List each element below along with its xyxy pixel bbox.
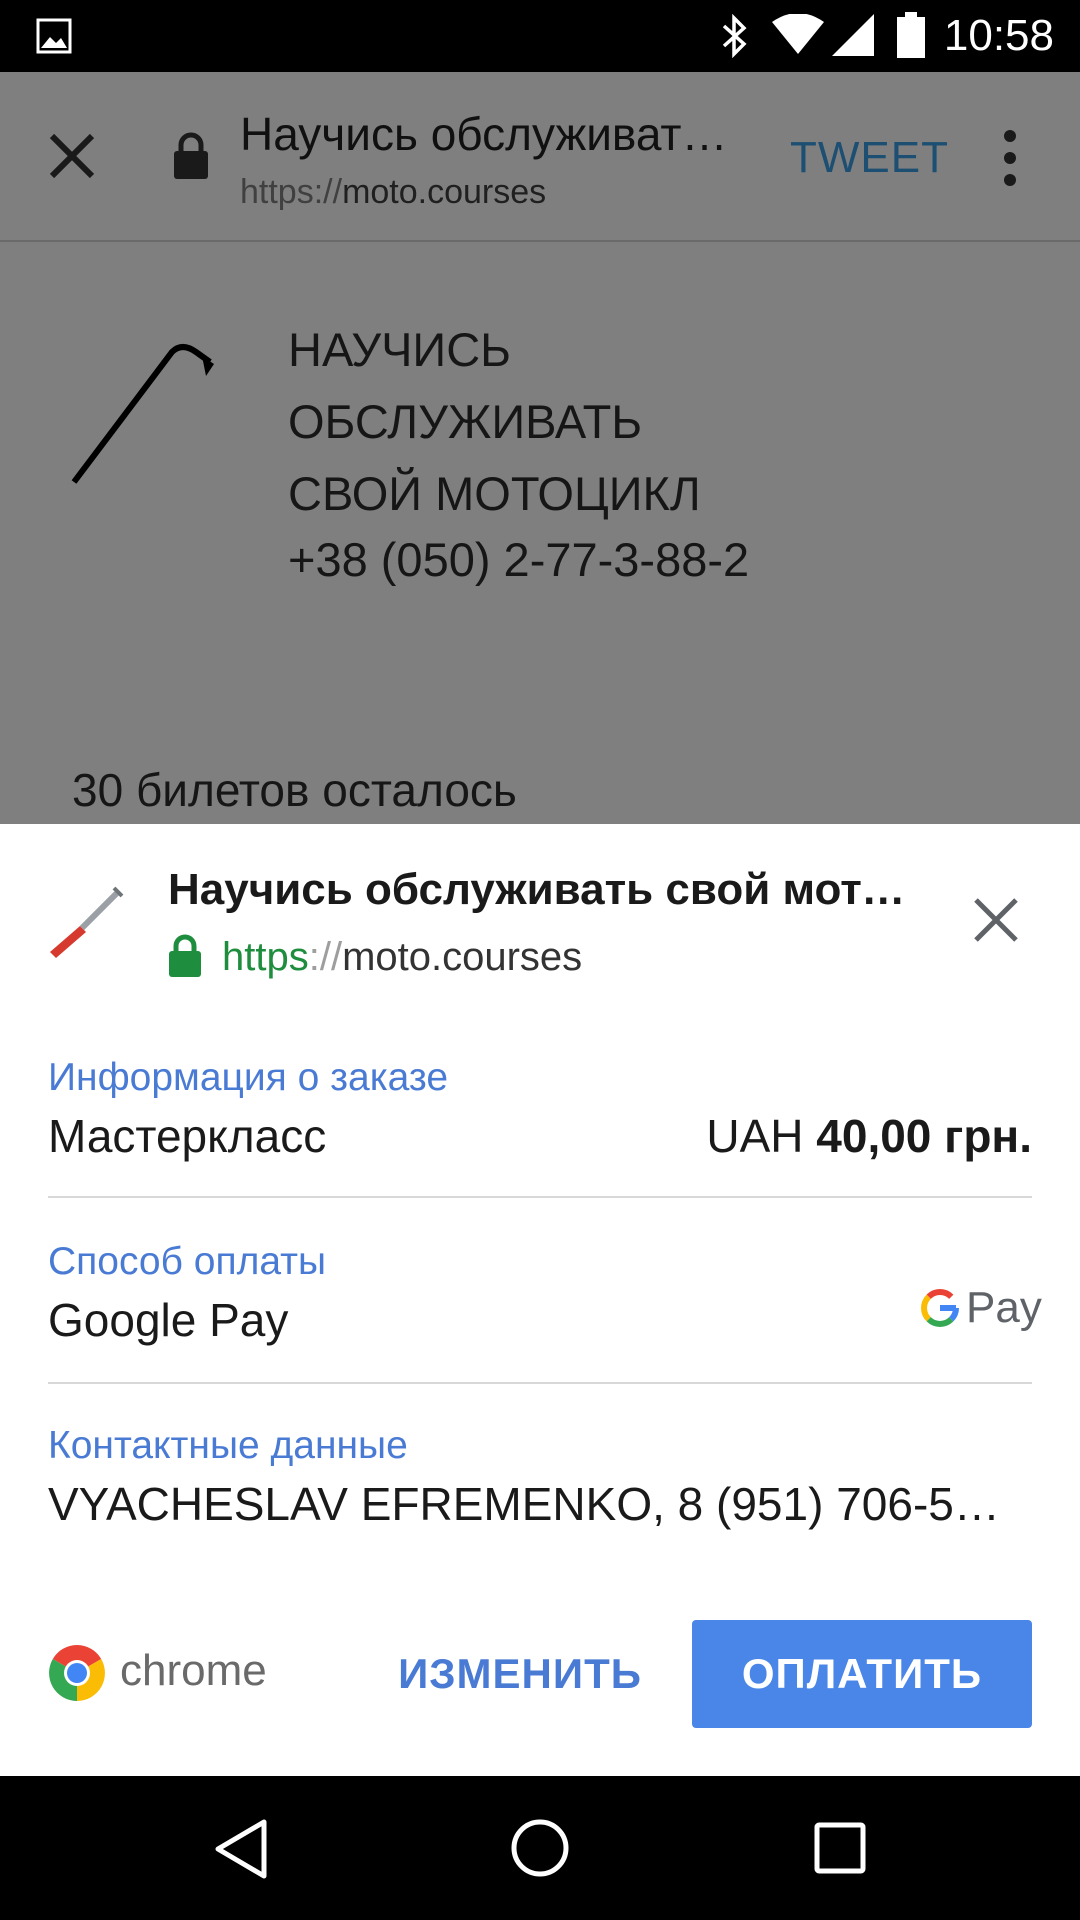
pay-button[interactable]: ОПЛАТИТЬ	[692, 1620, 1032, 1728]
browser-content: Научись обслуживать свой мотоцикл https:…	[0, 72, 1080, 824]
order-summary-label: Информация о заказе	[48, 1056, 449, 1099]
sheet-url: https://moto.courses	[222, 932, 582, 982]
signal-icon	[832, 14, 874, 56]
sheet-url-https: https	[222, 935, 309, 979]
tab-url: https://moto.courses	[240, 170, 546, 214]
site-heading-line: СВОЙ МОТОЦИКЛ	[288, 467, 701, 520]
payment-method-section[interactable]: Способ оплаты Google Pay Pay	[48, 1238, 1042, 1384]
order-amount: 40,00 грн.	[816, 1110, 1032, 1162]
payment-request-sheet: Научись обслуживать свой мотоцикл https:…	[0, 824, 1080, 1776]
google-pay-logo: Pay	[920, 1280, 1042, 1336]
contact-info-value: VYACHESLAV EFREMENKO, 8 (951) 706-52-...	[48, 1478, 1018, 1530]
status-bar: 10:58	[0, 0, 1080, 72]
back-icon[interactable]	[212, 1818, 270, 1880]
payment-method-label: Способ оплаты	[48, 1240, 327, 1283]
contact-info-section[interactable]: Контактные данные VYACHESLAV EFREMENKO, …	[48, 1422, 1032, 1552]
chrome-brand-text: chrome	[120, 1646, 267, 1695]
recents-icon[interactable]	[814, 1822, 866, 1874]
payment-method-value: Google Pay	[48, 1294, 289, 1346]
edit-button[interactable]: ИЗМЕНИТЬ	[390, 1620, 650, 1728]
chrome-logo-icon	[49, 1645, 105, 1701]
screwdriver-favicon-icon	[50, 886, 124, 958]
sheet-site-title: Научись обслуживать свой мотоцикл	[168, 865, 928, 914]
tab-title: Научись обслуживать свой мотоцикл	[240, 108, 750, 160]
navigation-bar	[0, 1776, 1080, 1920]
tweet-button[interactable]: TWEET	[790, 132, 949, 184]
home-icon[interactable]	[510, 1818, 570, 1878]
wrench-logo-icon	[71, 344, 214, 484]
bluetooth-icon	[722, 14, 747, 58]
secure-lock-icon	[169, 934, 201, 977]
close-icon[interactable]	[972, 896, 1020, 944]
tab-url-scheme: https://	[240, 173, 343, 211]
order-total: UAH 40,00 грн.	[706, 1106, 1032, 1166]
tab-url-host: moto.courses	[342, 173, 547, 211]
order-summary-section[interactable]: Информация о заказе Мастеркласс UAH 40,0…	[48, 1054, 1032, 1198]
site-phone[interactable]: +38 (050) 2-77-3-88-2	[288, 530, 749, 590]
lock-icon	[174, 132, 208, 179]
sheet-url-separator: ://	[308, 935, 343, 979]
contact-info-label: Контактные данные	[48, 1424, 408, 1467]
close-icon[interactable]	[46, 130, 98, 182]
site-heading-line: НАУЧИСЬ	[288, 323, 511, 376]
google-g-icon	[921, 1289, 959, 1327]
wifi-icon	[772, 14, 824, 54]
more-vert-icon[interactable]	[998, 128, 1022, 188]
battery-icon	[897, 12, 925, 58]
clock: 10:58	[943, 11, 1054, 60]
gallery-icon	[36, 18, 72, 54]
site-heading: НАУЧИСЬ ОБСЛУЖИВАТЬ СВОЙ МОТОЦИКЛ	[288, 314, 701, 530]
tickets-left: 30 билетов осталось	[72, 764, 517, 816]
google-pay-text: Pay	[966, 1283, 1042, 1332]
sheet-url-host: moto.courses	[342, 935, 583, 979]
order-currency: UAH	[706, 1110, 804, 1162]
custom-tab-toolbar: Научись обслуживать свой мотоцикл https:…	[0, 72, 1080, 242]
site-heading-line: ОБСЛУЖИВАТЬ	[288, 395, 643, 448]
